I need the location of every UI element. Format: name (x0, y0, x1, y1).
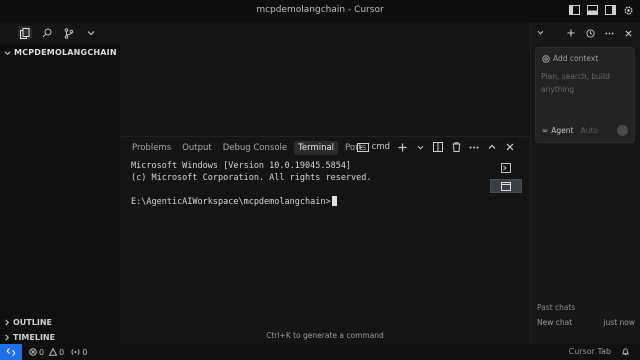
chat-input-placeholder[interactable]: Plan, search, build anything (541, 70, 631, 96)
split-terminal-icon[interactable] (432, 141, 444, 153)
source-control-icon[interactable] (62, 26, 76, 40)
chat-composer[interactable]: Add context Plan, search, build anything… (535, 47, 635, 143)
composer-footer: ∞ Agent Auto (542, 125, 628, 136)
agent-mode-selector[interactable]: ∞ Agent Auto (542, 126, 598, 135)
past-chats-label: Past chats (537, 303, 576, 312)
more-actions-icon[interactable] (603, 27, 615, 39)
terminal-cursor (331, 195, 337, 206)
tab-output[interactable]: Output (178, 141, 216, 155)
toggle-primary-sidebar-icon[interactable] (568, 4, 580, 16)
explorer-files-icon[interactable] (18, 26, 32, 40)
agent-mode-label: Agent (551, 126, 574, 135)
search-icon[interactable] (40, 26, 54, 40)
chevron-down-icon[interactable] (537, 28, 544, 38)
chevron-right-icon (5, 334, 10, 341)
new-chat-plus-icon[interactable] (565, 27, 577, 39)
past-chats: Past chats New chat just now (537, 303, 635, 327)
add-context-label: Add context (553, 54, 599, 63)
terminal-generate-hint: Ctrl+K to generate a command (266, 331, 384, 340)
new-terminal-plus-icon[interactable] (396, 141, 408, 153)
trash-icon[interactable] (450, 141, 462, 153)
problems-indicator[interactable]: 0 0 (29, 348, 64, 357)
broadcast-icon (71, 349, 80, 355)
timeline-section[interactable]: TIMELINE (4, 333, 55, 342)
chevron-down-icon[interactable] (84, 26, 98, 40)
maximize-panel-chevron-up-icon[interactable] (486, 141, 498, 153)
tab-debug-console[interactable]: Debug Console (219, 141, 291, 155)
add-context-button[interactable]: Add context (542, 54, 598, 63)
window-title: mcpdemolangchain - Cursor (256, 5, 384, 15)
ai-chat-pane: Add context Plan, search, build anything… (530, 22, 640, 344)
activity-bar (0, 22, 120, 44)
title-bar: mcpdemolangchain - Cursor (0, 0, 640, 22)
remote-indicator-icon[interactable] (0, 344, 22, 360)
explorer-sidebar: MCPDEMOLANGCHAIN OUTLINE TIMELINE (0, 44, 120, 344)
terminal-prompt: E:\AgenticAIWorkspace\mcpdemolangchain> (131, 196, 331, 207)
chevron-right-icon (5, 319, 10, 326)
shell-name: cmd (371, 142, 390, 152)
project-name: MCPDEMOLANGCHAIN (14, 48, 117, 57)
history-clock-icon[interactable] (584, 27, 596, 39)
toggle-panel-icon[interactable] (586, 4, 598, 16)
chevron-down-icon[interactable] (414, 141, 426, 153)
close-panel-icon[interactable] (504, 141, 516, 153)
ports-indicator[interactable]: 0 (71, 348, 87, 357)
terminal-line: (c) Microsoft Corporation. All rights re… (131, 172, 372, 183)
status-bar: 0 0 0 Cursor Tab (0, 344, 640, 360)
terminal-tab-powershell-icon[interactable] (490, 161, 522, 175)
send-button[interactable] (617, 125, 628, 136)
infinity-icon: ∞ (542, 126, 549, 135)
status-right: Cursor Tab (569, 347, 630, 356)
terminal-line: ​ (131, 184, 372, 196)
past-chat-item[interactable]: New chat just now (537, 318, 635, 327)
terminal-tab-cmd-icon[interactable] (490, 179, 522, 193)
tab-terminal[interactable]: Terminal (294, 141, 339, 155)
bottom-panel: Problems Output Debug Console Terminal P… (120, 136, 530, 344)
error-count: 0 (39, 347, 45, 357)
close-chat-icon[interactable] (622, 27, 634, 39)
terminal-shell-selector[interactable]: cmd (356, 142, 390, 152)
outline-label: OUTLINE (13, 318, 52, 327)
layout-controls (568, 4, 634, 16)
more-actions-icon[interactable] (468, 141, 480, 153)
settings-gear-icon[interactable] (622, 4, 634, 16)
past-chat-title: New chat (537, 318, 573, 327)
chevron-down-icon (4, 50, 11, 55)
chat-toolbar (565, 27, 634, 39)
terminal-icon (356, 142, 369, 152)
project-folder-header[interactable]: MCPDEMOLANGCHAIN (4, 48, 117, 57)
warning-icon (49, 348, 58, 356)
tab-problems[interactable]: Problems (128, 141, 175, 155)
cursor-tab-status[interactable]: Cursor Tab (569, 347, 611, 356)
panel-actions: cmd (356, 141, 516, 153)
timeline-label: TIMELINE (13, 333, 56, 342)
warning-count: 0 (59, 347, 65, 357)
terminal-prompt-line: E:\AgenticAIWorkspace\mcpdemolangchain> (131, 195, 372, 209)
terminal-output[interactable]: Microsoft Windows [Version 10.0.19045.58… (131, 161, 372, 208)
outline-section[interactable]: OUTLINE (4, 318, 52, 327)
ports-count: 0 (82, 347, 88, 357)
past-chat-time: just now (603, 318, 635, 327)
terminal-list (490, 161, 522, 193)
toggle-secondary-sidebar-icon[interactable] (604, 4, 616, 16)
notifications-bell-icon[interactable] (621, 347, 630, 356)
model-selector[interactable]: Auto (580, 126, 597, 135)
terminal-line: Microsoft Windows [Version 10.0.19045.58… (131, 161, 352, 171)
error-icon (29, 348, 37, 356)
panel-tabs: Problems Output Debug Console Terminal P… (128, 141, 370, 155)
at-sign-icon (542, 54, 550, 63)
